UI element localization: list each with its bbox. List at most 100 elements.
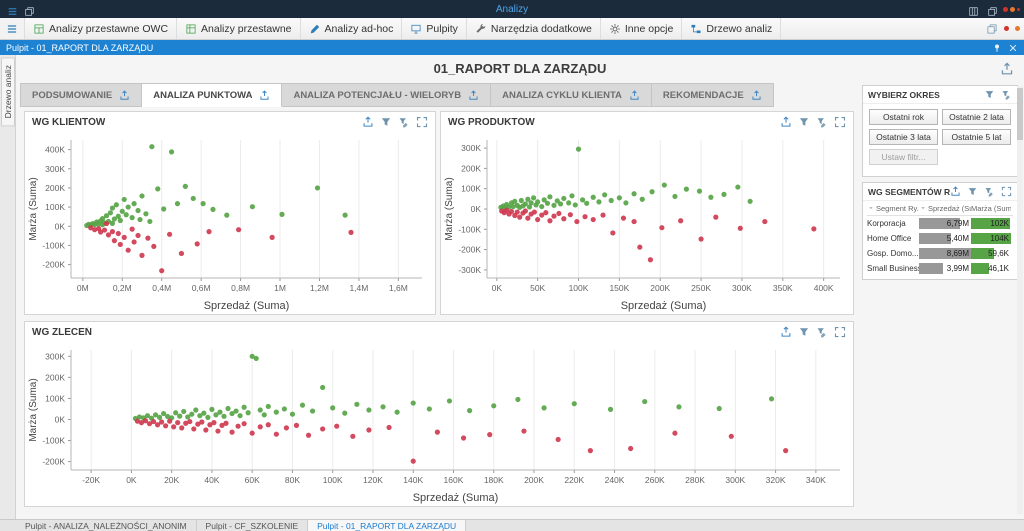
export-icon[interactable] [780, 116, 792, 128]
svg-text:0K: 0K [55, 414, 66, 424]
svg-text:100K: 100K [323, 475, 343, 485]
toolbar-button-pulpity[interactable]: Pulpity [402, 18, 467, 39]
expand-icon[interactable] [416, 116, 428, 128]
expand-icon[interactable] [834, 326, 846, 338]
svg-text:0K: 0K [492, 283, 503, 293]
page-title: 01_RAPORT DLA ZARZĄDU [16, 55, 1024, 83]
svg-text:-100K: -100K [42, 240, 65, 250]
sort-icon [919, 204, 927, 212]
svg-text:260K: 260K [645, 475, 665, 485]
tab-analiza-cyklu-klienta[interactable]: ANALIZA CYKLU KLIENTA [491, 83, 652, 107]
chart-panel-wg-produktow: WG PRODUKTÓW 0K50K100K150K200K250K300K35… [440, 111, 854, 315]
period-filter-panel: WYBIERZ OKRES Ostatni rok Ostatnie 2 lat… [862, 85, 1018, 177]
toolbar-label: Drzewo analiz [706, 23, 772, 35]
drzewo-analiz-side-tab[interactable]: Drzewo analiz [1, 57, 15, 126]
expand-icon[interactable] [1001, 186, 1012, 197]
chart-panel-wg-zlecen: WG ZLECEŃ -20K0K20K40K60K80K100K120K140K… [24, 321, 854, 507]
filter-icon[interactable] [967, 186, 978, 197]
vertical-scrollbar[interactable] [1017, 86, 1023, 514]
toolbar-button-analizy-ad-hoc[interactable]: Analizy ad-hoc [301, 18, 403, 39]
segments-panel-title: WG SEGMENTÓW RY... [868, 187, 950, 197]
table-row[interactable]: Small Business 3,99M 46,1K [867, 261, 1013, 276]
menu-button[interactable] [0, 18, 25, 39]
table-row[interactable]: Gosp. Domo... 8,69M 59,6K [867, 246, 1013, 261]
bottom-tab-cf-szkolenie[interactable]: Pulpit - CF_SZKOLENIE [197, 520, 309, 531]
toolbar-button-inne-opcje[interactable]: Inne opcje [601, 18, 682, 39]
export-icon[interactable] [629, 90, 640, 101]
column-header-marza[interactable]: Marża (Suma) [971, 204, 1011, 213]
svg-text:0K: 0K [55, 221, 66, 231]
column-header-segment[interactable]: Segment Ry... [867, 204, 919, 213]
filter-edit-icon[interactable] [816, 116, 828, 128]
filter-icon[interactable] [798, 116, 810, 128]
svg-text:300K: 300K [725, 475, 745, 485]
export-icon[interactable] [362, 116, 374, 128]
tab-rekomendacje[interactable]: REKOMENDACJE [652, 83, 774, 107]
toolbar-button-analizy-przestawne[interactable]: Analizy przestawne [177, 18, 300, 39]
filter-edit-icon[interactable] [984, 186, 995, 197]
filter-icon[interactable] [380, 116, 392, 128]
toolbar-button-narzedzia-dodatkowe[interactable]: Narzędzia dodatkowe [467, 18, 601, 39]
svg-text:140K: 140K [403, 475, 423, 485]
chart-title: WG KLIENTÓW [32, 117, 105, 128]
bottom-tab-raport-dla-zarzadu[interactable]: Pulpit - 01_RAPORT DLA ZARZĄDU [308, 520, 466, 531]
export-icon[interactable] [259, 90, 270, 101]
tab-label: ANALIZA POTENCJAŁU - WIELORYB [293, 90, 461, 101]
svg-text:-200K: -200K [458, 245, 481, 255]
segment-name: Home Office [867, 234, 919, 243]
window-icon[interactable] [986, 23, 998, 35]
export-icon[interactable] [751, 90, 762, 101]
bottom-tab-analiza-naleznosci[interactable]: Pulpit - ANALIZA_NALEŻNOŚCI_ANONIM [16, 520, 197, 531]
period-button-ostatnie-2-lata[interactable]: Ostatnie 2 lata [942, 109, 1011, 125]
scatter-plot: 0M0,2M0,4M0,6M0,8M1M1,2M1,4M1,6M400K300K… [25, 132, 435, 314]
export-icon[interactable] [468, 90, 479, 101]
table-row[interactable]: Home Office 5,40M 104K [867, 231, 1013, 246]
tab-analiza-punktowa[interactable]: ANALIZA PUNKTOWA [142, 83, 282, 107]
svg-text:-100K: -100K [42, 436, 65, 446]
segments-panel-header: WG SEGMENTÓW RY... [863, 183, 1017, 201]
tab-analiza-potencjalu[interactable]: ANALIZA POTENCJAŁU - WIELORYB [282, 83, 491, 107]
pin-icon[interactable] [992, 43, 1002, 53]
svg-text:Marża (Suma): Marża (Suma) [28, 177, 39, 240]
margin-value: 104K [990, 233, 1009, 244]
chart-title: WG ZLECEŃ [32, 327, 92, 338]
period-button-ostatnie-5-lat[interactable]: Ostatnie 5 lat [942, 129, 1011, 145]
svg-text:1,4M: 1,4M [349, 283, 368, 293]
period-panel-title: WYBIERZ OKRES [868, 90, 940, 100]
toolbar-button-analizy-przestawne-owc[interactable]: Analizy przestawne OWC [25, 18, 177, 39]
svg-text:350K: 350K [773, 283, 793, 293]
table-row[interactable]: Korporacja 6,79M 102K [867, 216, 1013, 231]
export-icon[interactable] [780, 326, 792, 338]
svg-text:-300K: -300K [458, 265, 481, 275]
filter-icon[interactable] [798, 326, 810, 338]
period-button-ostatni-rok[interactable]: Ostatni rok [869, 109, 938, 125]
chart-panel-wg-klientow: WG KLIENTÓW 0M0,2M0,4M0,6M0,8M1M1,2M1,4M… [24, 111, 436, 315]
filter-icon[interactable] [984, 89, 995, 100]
svg-text:100K: 100K [45, 393, 65, 403]
toolbar-button-drzewo-analiz[interactable]: Drzewo analiz [682, 18, 781, 39]
filter-edit-icon[interactable] [398, 116, 410, 128]
export-icon[interactable] [950, 186, 961, 197]
svg-text:220K: 220K [564, 475, 584, 485]
set-filter-button[interactable]: Ustaw filtr... [869, 149, 938, 165]
export-icon[interactable] [1000, 62, 1014, 76]
column-header-sprzedaz[interactable]: Sprzedaż (Su... [919, 204, 971, 213]
period-button-ostatnie-3-lata[interactable]: Ostatnie 3 lata [869, 129, 938, 145]
export-icon[interactable] [119, 90, 130, 101]
close-icon[interactable] [1008, 43, 1018, 53]
sort-icon [867, 204, 875, 212]
sales-value: 3,99M [947, 263, 969, 274]
svg-text:100K: 100K [461, 184, 481, 194]
filter-edit-icon[interactable] [816, 326, 828, 338]
svg-text:-200K: -200K [42, 457, 65, 467]
svg-text:180K: 180K [484, 475, 504, 485]
scrollbar-thumb[interactable] [1017, 88, 1023, 140]
svg-text:0,4M: 0,4M [152, 283, 171, 293]
svg-text:0M: 0M [77, 283, 89, 293]
filter-edit-icon[interactable] [1001, 89, 1012, 100]
tab-podsumowanie[interactable]: PODSUMOWANIE [20, 83, 142, 107]
svg-text:Sprzedaż (Suma): Sprzedaż (Suma) [621, 300, 707, 312]
tree-icon [690, 23, 702, 35]
svg-text:200K: 200K [650, 283, 670, 293]
expand-icon[interactable] [834, 116, 846, 128]
